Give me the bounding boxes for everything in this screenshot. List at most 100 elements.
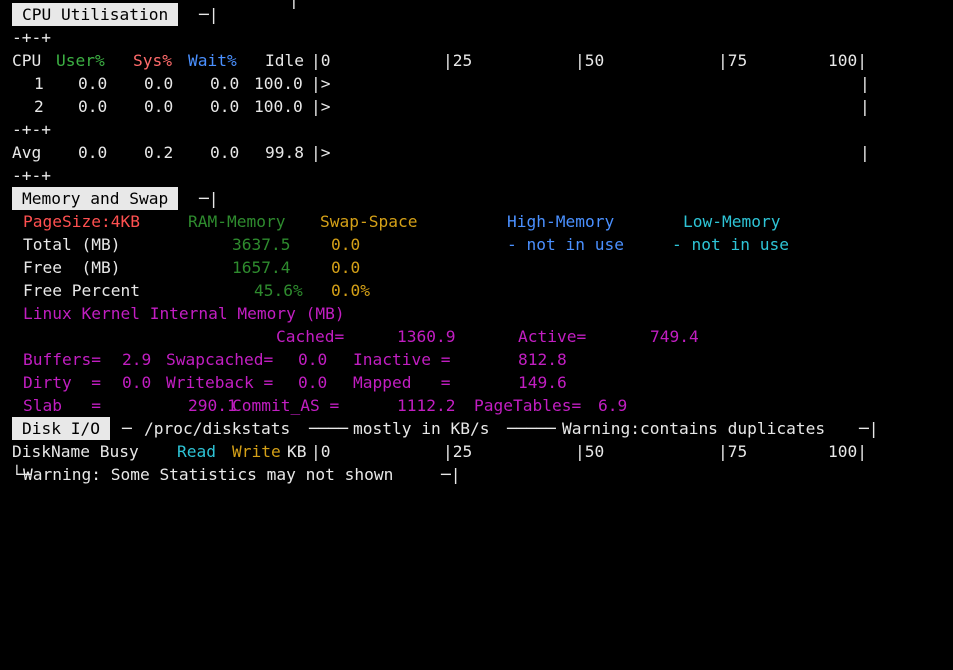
- cpu-id: 2: [34, 97, 44, 116]
- ram-memory-label: RAM-Memory: [188, 212, 286, 231]
- memory-header-title: Memory and Swap: [12, 187, 179, 210]
- cpu-separator-mid: -+-+: [12, 120, 51, 139]
- cpu-avg-bar: |>: [311, 143, 331, 162]
- disk-col-kb: KB: [287, 442, 307, 461]
- free-percent-swap: 0.0%: [331, 281, 370, 300]
- writeback-label: Writeback =: [166, 373, 274, 392]
- disk-path: /proc/diskstats: [144, 419, 291, 438]
- col-user: User%: [56, 51, 105, 70]
- cpu-wait: 0.0: [210, 74, 240, 93]
- free-percent-label: Free Percent: [23, 281, 140, 300]
- cpu-avg-label: Avg: [12, 143, 42, 162]
- free-swap: 0.0: [331, 258, 361, 277]
- cpu-row: 2 0.0 0.0 0.0 100.0 |> |: [34, 97, 870, 116]
- free-ram: 1657.4: [232, 258, 291, 277]
- kernel-slab-row: Slab = 290.1 Commit_AS = 1112.2 PageTabl…: [0, 394, 627, 417]
- pagesize-label: PageSize:4KB: [23, 212, 140, 231]
- cpu-id: 1: [34, 74, 44, 93]
- col-wait: Wait%: [188, 51, 237, 70]
- memory-total-row: Total (MB) 3637.5 0.0 - not in use - not…: [0, 233, 789, 256]
- cpu-user: 0.0: [78, 97, 108, 116]
- free-percent-ram: 45.6%: [254, 281, 303, 300]
- cpu-avg-row: Avg 0.0 0.2 0.0 99.8 |> |: [12, 143, 870, 162]
- cpu-user: 0.0: [78, 74, 108, 93]
- scale-50: |50: [575, 51, 605, 70]
- free-label: Free (MB): [23, 258, 121, 277]
- disk-warning-duplicates: Warning:contains duplicates: [562, 419, 826, 438]
- total-ram: 3637.5: [232, 235, 291, 254]
- high-memory-label: High-Memory: [507, 212, 615, 231]
- kernel-cached-row: Cached= 1360.9 Active= 749.4: [0, 325, 699, 348]
- cpu-idle: 100.0: [254, 97, 303, 116]
- cpu-avg-sys: 0.2: [144, 143, 174, 162]
- cpu-row: 1 0.0 0.0 0.0 100.0 |> |: [34, 74, 870, 93]
- buffers-value: 2.9: [122, 350, 152, 369]
- slab-label: Slab =: [23, 396, 101, 415]
- mapped-value: 149.6: [518, 373, 567, 392]
- total-label: Total (MB): [23, 235, 121, 254]
- memory-section-header: Memory and Swap ─|: [0, 187, 219, 210]
- disk-unit-note: mostly in KB/s: [353, 419, 490, 438]
- dirty-value: 0.0: [122, 373, 152, 392]
- dirty-label: Dirty =: [23, 373, 101, 392]
- disk-header-title: Disk I/O: [12, 417, 110, 440]
- total-swap: 0.0: [331, 235, 361, 254]
- cpu-separator-top: -+-+: [12, 28, 51, 47]
- kernel-memory-title: Linux Kernel Internal Memory (MB): [23, 304, 345, 323]
- disk-section-header: Disk I/O ─ /proc/diskstats ──── mostly i…: [0, 417, 879, 440]
- cpu-wait: 0.0: [210, 97, 240, 116]
- disk-scale-100: 100|: [828, 442, 867, 461]
- active-value: 749.4: [650, 327, 699, 346]
- cached-label: Cached=: [276, 327, 345, 346]
- cpu-avg-wait: 0.0: [210, 143, 240, 162]
- disk-scale-75: |75: [718, 442, 748, 461]
- disk-warning-row: └─ Warning: Some Statistics may not show…: [12, 465, 461, 484]
- cpu-separator-bottom: -+-+: [12, 166, 51, 185]
- kernel-memory-title-row: Linux Kernel Internal Memory (MB): [0, 302, 345, 325]
- writeback-value: 0.0: [298, 373, 328, 392]
- cpu-section-header: CPU Utilisation ─|: [0, 3, 219, 26]
- kernel-buffers-row: Buffers= 2.9 Swapcached= 0.0 Inactive = …: [0, 348, 567, 371]
- memory-free-percent-row: Free Percent 45.6% 0.0%: [0, 279, 370, 302]
- disk-col-name-busy: DiskName Busy: [12, 442, 139, 461]
- mapped-label: Mapped =: [353, 373, 451, 392]
- scale-0: |0: [311, 51, 331, 70]
- cpu-bar: |>: [311, 74, 331, 93]
- cpu-header-title: CPU Utilisation: [12, 3, 179, 26]
- disk-scale-25: |25: [443, 442, 473, 461]
- low-memory-label: Low-Memory: [683, 212, 781, 231]
- cached-value: 1360.9: [397, 327, 456, 346]
- swapcached-label: Swapcached=: [166, 350, 274, 369]
- inactive-label: Inactive =: [353, 350, 451, 369]
- scale-25: |25: [443, 51, 473, 70]
- col-cpu: CPU: [12, 51, 42, 70]
- slab-value: 290.1: [188, 396, 237, 415]
- swapcached-value: 0.0: [298, 350, 328, 369]
- commit-as-value: 1112.2: [397, 396, 456, 415]
- disk-scale-50: |50: [575, 442, 605, 461]
- scale-100: 100|: [828, 51, 867, 70]
- swap-space-label: Swap-Space: [320, 212, 418, 231]
- pagetables-label: PageTables=: [474, 396, 582, 415]
- cpu-sys: 0.0: [144, 97, 174, 116]
- disk-warning-statistics: Warning: Some Statistics may not shown: [23, 465, 394, 484]
- disk-scale-0: |0: [311, 442, 331, 461]
- scale-75: |75: [718, 51, 748, 70]
- cpu-bar: |>: [311, 97, 331, 116]
- disk-column-header: DiskName Busy Read Write KB |0 |25 |50 |…: [0, 440, 867, 463]
- commit-as-label: Commit_AS =: [232, 396, 340, 415]
- top-fragment: |: [289, 0, 299, 11]
- kernel-dirty-row: Dirty = 0.0 Writeback = 0.0 Mapped = 149…: [0, 371, 567, 394]
- cpu-avg-user: 0.0: [78, 143, 108, 162]
- col-sys: Sys%: [133, 51, 172, 70]
- buffers-label: Buffers=: [23, 350, 101, 369]
- cpu-column-header: CPU User% Sys% Wait% Idle |0 |25 |50 |75…: [0, 49, 867, 72]
- active-label: Active=: [518, 327, 587, 346]
- inactive-value: 812.8: [518, 350, 567, 369]
- high-not-in-use: - not in use: [507, 235, 624, 254]
- disk-col-read: Read: [177, 442, 216, 461]
- memory-free-row: Free (MB) 1657.4 0.0: [0, 256, 360, 279]
- cpu-idle: 100.0: [254, 74, 303, 93]
- pagetables-value: 6.9: [598, 396, 628, 415]
- cpu-sys: 0.0: [144, 74, 174, 93]
